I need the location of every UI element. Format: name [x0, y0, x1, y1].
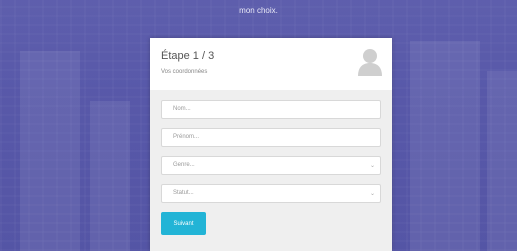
- chevron-down-icon: ⌄: [369, 163, 375, 169]
- next-button[interactable]: Suivant: [161, 212, 206, 235]
- prenom-placeholder: Prénom...: [173, 134, 200, 140]
- statut-value: Statut...: [173, 190, 194, 196]
- genre-select[interactable]: Genre... ⌄: [161, 156, 381, 175]
- genre-value: Genre...: [173, 162, 195, 168]
- nom-input[interactable]: Nom...: [161, 100, 381, 119]
- step-subtitle: Vos coordonnées: [161, 69, 208, 75]
- signup-form: Nom... Prénom... Genre... ⌄ Statut... ⌄ …: [150, 90, 392, 235]
- step-title: Étape 1 / 3: [161, 50, 215, 62]
- building-shape: [410, 41, 480, 251]
- statut-select[interactable]: Statut... ⌄: [161, 184, 381, 203]
- user-avatar-icon: [358, 49, 382, 76]
- card-header: Étape 1 / 3 Vos coordonnées: [150, 38, 392, 90]
- building-shape: [487, 71, 517, 251]
- chevron-down-icon: ⌄: [369, 191, 375, 197]
- building-shape: [20, 51, 80, 251]
- prenom-input[interactable]: Prénom...: [161, 128, 381, 147]
- header-text: mon choix.: [239, 6, 278, 15]
- building-shape: [90, 101, 130, 251]
- signup-card: Étape 1 / 3 Vos coordonnées Nom... Préno…: [150, 38, 392, 251]
- nom-placeholder: Nom...: [173, 106, 191, 112]
